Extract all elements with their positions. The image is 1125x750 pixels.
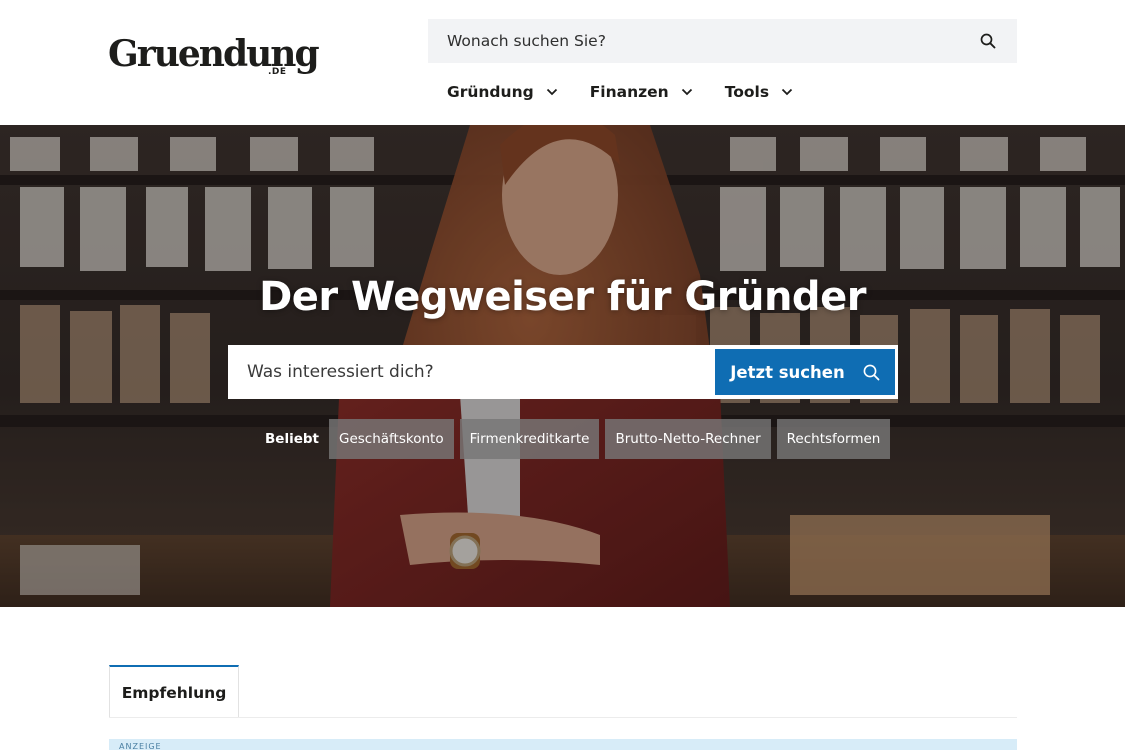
popular-chip[interactable]: Brutto-Netto-Rechner <box>605 419 771 459</box>
main-nav: Gründung Finanzen Tools <box>447 79 793 105</box>
ad-label: ANZEIGE <box>119 742 162 750</box>
hero-search-input[interactable] <box>231 348 715 396</box>
site-header: Gruendung .DE Gründung Finanzen Tools <box>0 0 1125 125</box>
hero-search-button[interactable]: Jetzt suchen <box>715 349 895 395</box>
nav-item-label: Tools <box>724 83 770 101</box>
nav-item-label: Finanzen <box>589 83 669 101</box>
nav-item-finanzen[interactable]: Finanzen <box>590 83 693 101</box>
search-icon <box>980 33 996 49</box>
nav-item-tools[interactable]: Tools <box>725 83 793 101</box>
search-icon <box>863 364 880 380</box>
tab-empfehlung[interactable]: Empfehlung <box>109 665 239 718</box>
tabs-divider <box>109 717 1017 718</box>
popular-searches: Beliebt Geschäftskonto Firmenkreditkarte… <box>265 419 891 459</box>
logo-tld: .DE <box>268 67 287 77</box>
nav-item-gruendung[interactable]: Gründung <box>447 83 558 101</box>
chevron-down-icon <box>681 88 693 96</box>
header-search-bar <box>428 19 1017 63</box>
popular-label: Beliebt <box>265 431 319 447</box>
hero-search-button-label: Jetzt suchen <box>730 362 845 382</box>
popular-chip[interactable]: Geschäftskonto <box>328 419 454 459</box>
site-logo[interactable]: Gruendung .DE <box>108 34 320 82</box>
popular-chip[interactable]: Firmenkreditkarte <box>459 419 600 459</box>
chevron-down-icon <box>781 88 793 96</box>
hero-section: Der Wegweiser für Gründer Jetzt suchen B… <box>0 125 1125 607</box>
hero-title: Der Wegweiser für Gründer <box>259 274 866 320</box>
popular-chip[interactable]: Rechtsformen <box>776 419 891 459</box>
ad-banner[interactable]: ANZEIGE <box>109 739 1017 750</box>
content-tabs: Empfehlung <box>109 665 239 718</box>
header-search-button[interactable] <box>978 31 998 51</box>
header-search-input[interactable] <box>447 32 978 50</box>
chevron-down-icon <box>546 88 558 96</box>
hero-search-bar: Jetzt suchen <box>228 345 898 399</box>
nav-item-label: Gründung <box>447 83 534 101</box>
